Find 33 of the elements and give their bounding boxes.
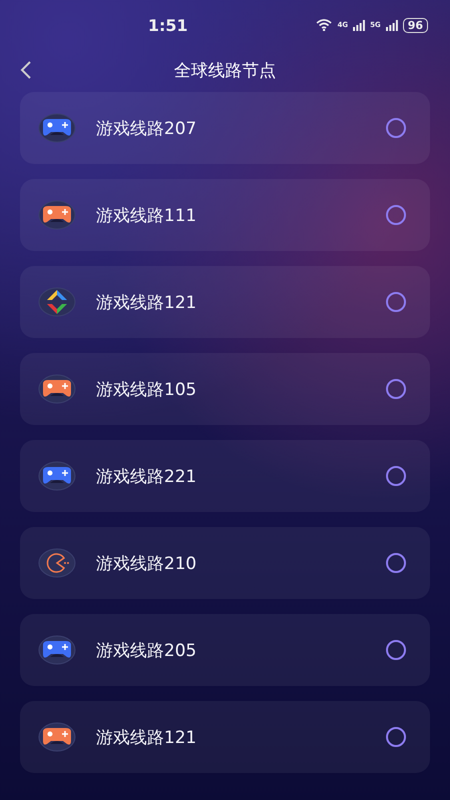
node-name: 游戏线路105 xyxy=(96,378,198,400)
node-row[interactable]: 游戏线路207 xyxy=(20,92,430,164)
node-name: 游戏线路121 xyxy=(96,292,198,314)
radio-button[interactable] xyxy=(386,379,406,399)
diamond-logo-icon xyxy=(38,287,76,317)
node-row[interactable]: 游戏线路210 xyxy=(20,527,430,599)
node-row[interactable]: 游戏线路205 xyxy=(20,614,430,686)
node-name: 游戏线路210 xyxy=(96,552,198,574)
node-name: 游戏线路221 xyxy=(96,466,198,488)
node-row[interactable]: 游戏线路221 xyxy=(20,440,430,512)
radio-button[interactable] xyxy=(386,292,406,312)
node-row[interactable]: 游戏线路105 xyxy=(20,353,430,425)
battery-indicator: 96 xyxy=(402,18,428,32)
radio-button[interactable] xyxy=(386,466,406,486)
node-name: 游戏线路121 xyxy=(96,726,198,748)
node-row[interactable]: 游戏线路121 xyxy=(20,266,430,338)
node-name: 游戏线路205 xyxy=(96,640,198,662)
radio-button[interactable] xyxy=(386,640,406,660)
node-name: 游戏线路207 xyxy=(96,118,198,140)
node-row[interactable]: 游戏线路121 xyxy=(20,701,430,773)
radio-button[interactable] xyxy=(386,553,406,573)
status-time: 1:51 xyxy=(148,16,188,34)
node-row[interactable]: 游戏线路111 xyxy=(20,179,430,251)
radio-button[interactable] xyxy=(386,205,406,225)
node-name: 游戏线路111 xyxy=(96,204,198,226)
pacman-icon xyxy=(38,548,76,578)
radio-button[interactable] xyxy=(386,727,406,747)
wifi-icon xyxy=(316,19,332,31)
page-title: 全球线路节点 xyxy=(174,60,276,82)
radio-button[interactable] xyxy=(386,118,406,138)
back-icon xyxy=(20,60,32,80)
signal-icon xyxy=(353,20,366,30)
signal-icon xyxy=(386,20,398,30)
